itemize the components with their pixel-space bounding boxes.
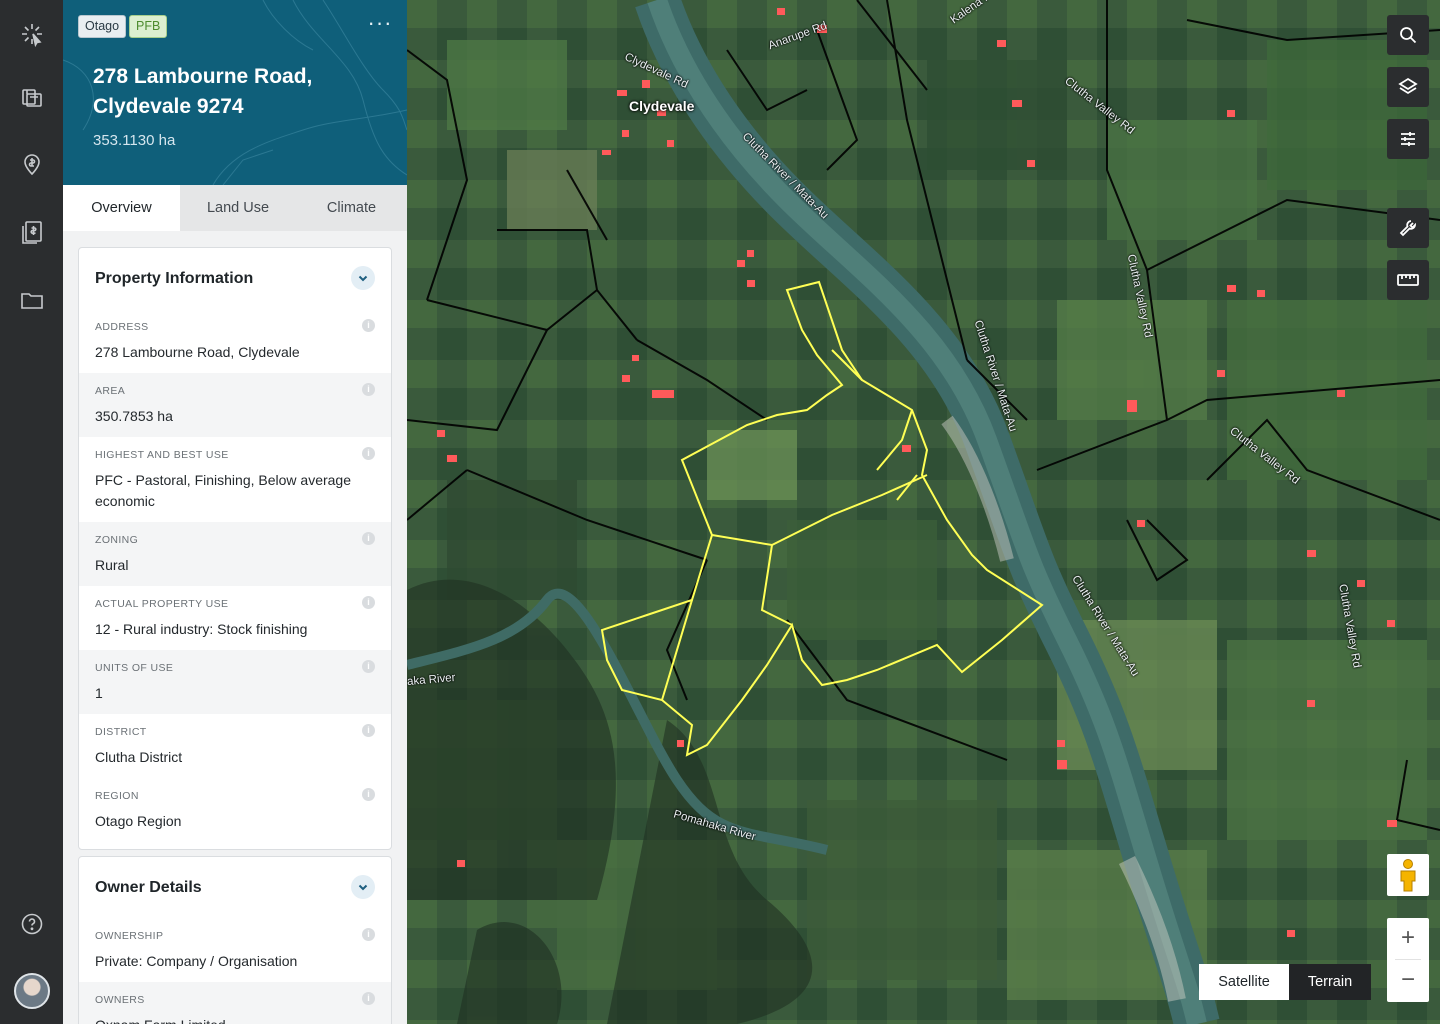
info-row-highest-best-use: HIGHEST AND BEST USE i PFC - Pastoral, F… [79, 437, 391, 522]
chevron-down-icon [358, 884, 368, 891]
map-type-toggle: Satellite Terrain [1199, 964, 1371, 1000]
location-pin-icon[interactable] [0, 136, 63, 192]
nav-rail [0, 0, 63, 1024]
info-icon[interactable]: i [362, 532, 375, 545]
zoom-in-button[interactable]: + [1387, 918, 1429, 960]
more-options-button[interactable]: ··· [363, 12, 397, 38]
info-icon[interactable]: i [362, 788, 375, 801]
region-badge: Otago [78, 15, 127, 38]
chevron-down-icon [358, 275, 368, 282]
street-view-pegman[interactable] [1387, 854, 1429, 896]
tab-overview[interactable]: Overview [63, 185, 180, 231]
info-row-address: ADDRESS i 278 Lambourne Road, Clydevale [79, 309, 391, 373]
info-icon[interactable]: i [362, 928, 375, 941]
map-layers-button[interactable] [1387, 67, 1429, 107]
property-header: Otago PFB ··· 278 Lambourne Road, Clydev… [63, 0, 407, 185]
card-title: Property Information [95, 270, 254, 287]
owner-details-card: Owner Details OWNERSHIP i Private: Compa… [78, 856, 392, 1024]
folder-icon[interactable] [0, 272, 63, 328]
map-search-button[interactable] [1387, 15, 1429, 55]
ruler-icon [1397, 274, 1419, 286]
satellite-imagery [407, 0, 1440, 1024]
info-icon[interactable]: i [362, 447, 375, 460]
zoom-control: + − [1387, 918, 1429, 1002]
card-title: Owner Details [95, 879, 202, 896]
info-row-region: REGION i Otago Region [79, 778, 391, 842]
info-icon[interactable]: i [362, 724, 375, 737]
wrench-icon [1399, 220, 1417, 237]
info-row-owners: OWNERS i Oxnam Farm Limited [79, 982, 391, 1024]
info-icon[interactable]: i [362, 383, 375, 396]
info-row-ownership: OWNERSHIP i Private: Company / Organisat… [79, 918, 391, 982]
property-area: 353.1130 ha [93, 132, 176, 149]
town-label: Clydevale [629, 98, 695, 114]
logo-icon[interactable] [0, 6, 63, 62]
filter-sliders-icon [1401, 132, 1415, 146]
valuation-report-icon[interactable] [0, 204, 63, 260]
panel-tabs: Overview Land Use Climate [63, 185, 407, 231]
search-icon [1400, 27, 1417, 44]
info-row-actual-property-use: ACTUAL PROPERTY USE i 12 - Rural industr… [79, 586, 391, 650]
pfb-badge: PFB [129, 15, 168, 38]
tab-land-use[interactable]: Land Use [180, 185, 296, 231]
map-view[interactable]: Clydevale Clutha River / Mata-Au Clutha … [407, 0, 1440, 1024]
info-icon[interactable]: i [362, 660, 375, 673]
collapse-button[interactable] [351, 266, 375, 290]
tab-climate[interactable]: Climate [296, 185, 407, 231]
info-row-units-of-use: UNITS OF USE i 1 [79, 650, 391, 714]
info-row-zoning: ZONING i Rural [79, 522, 391, 586]
map-tools-button[interactable] [1387, 208, 1429, 248]
info-row-district: DISTRICT i Clutha District [79, 714, 391, 778]
help-icon[interactable] [0, 896, 63, 952]
info-icon[interactable]: i [362, 992, 375, 1005]
info-icon[interactable]: i [362, 319, 375, 332]
map-filter-button[interactable] [1387, 119, 1429, 159]
map-type-satellite[interactable]: Satellite [1199, 964, 1289, 1000]
property-information-card: Property Information ADDRESS i 278 Lambo… [78, 247, 392, 850]
user-avatar[interactable] [14, 973, 50, 1009]
info-row-area: AREA i 350.7853 ha [79, 373, 391, 437]
map-measure-button[interactable] [1387, 260, 1429, 300]
map-type-terrain[interactable]: Terrain [1289, 964, 1371, 1000]
property-panel: Otago PFB ··· 278 Lambourne Road, Clydev… [63, 0, 407, 1024]
properties-icon[interactable] [0, 70, 63, 126]
layers-icon [1398, 77, 1418, 95]
collapse-button[interactable] [351, 875, 375, 899]
zoom-out-button[interactable]: − [1387, 960, 1429, 1002]
pegman-icon [1400, 859, 1416, 892]
info-icon[interactable]: i [362, 596, 375, 609]
property-title: 278 Lambourne Road, Clydevale 9274 [93, 65, 313, 118]
